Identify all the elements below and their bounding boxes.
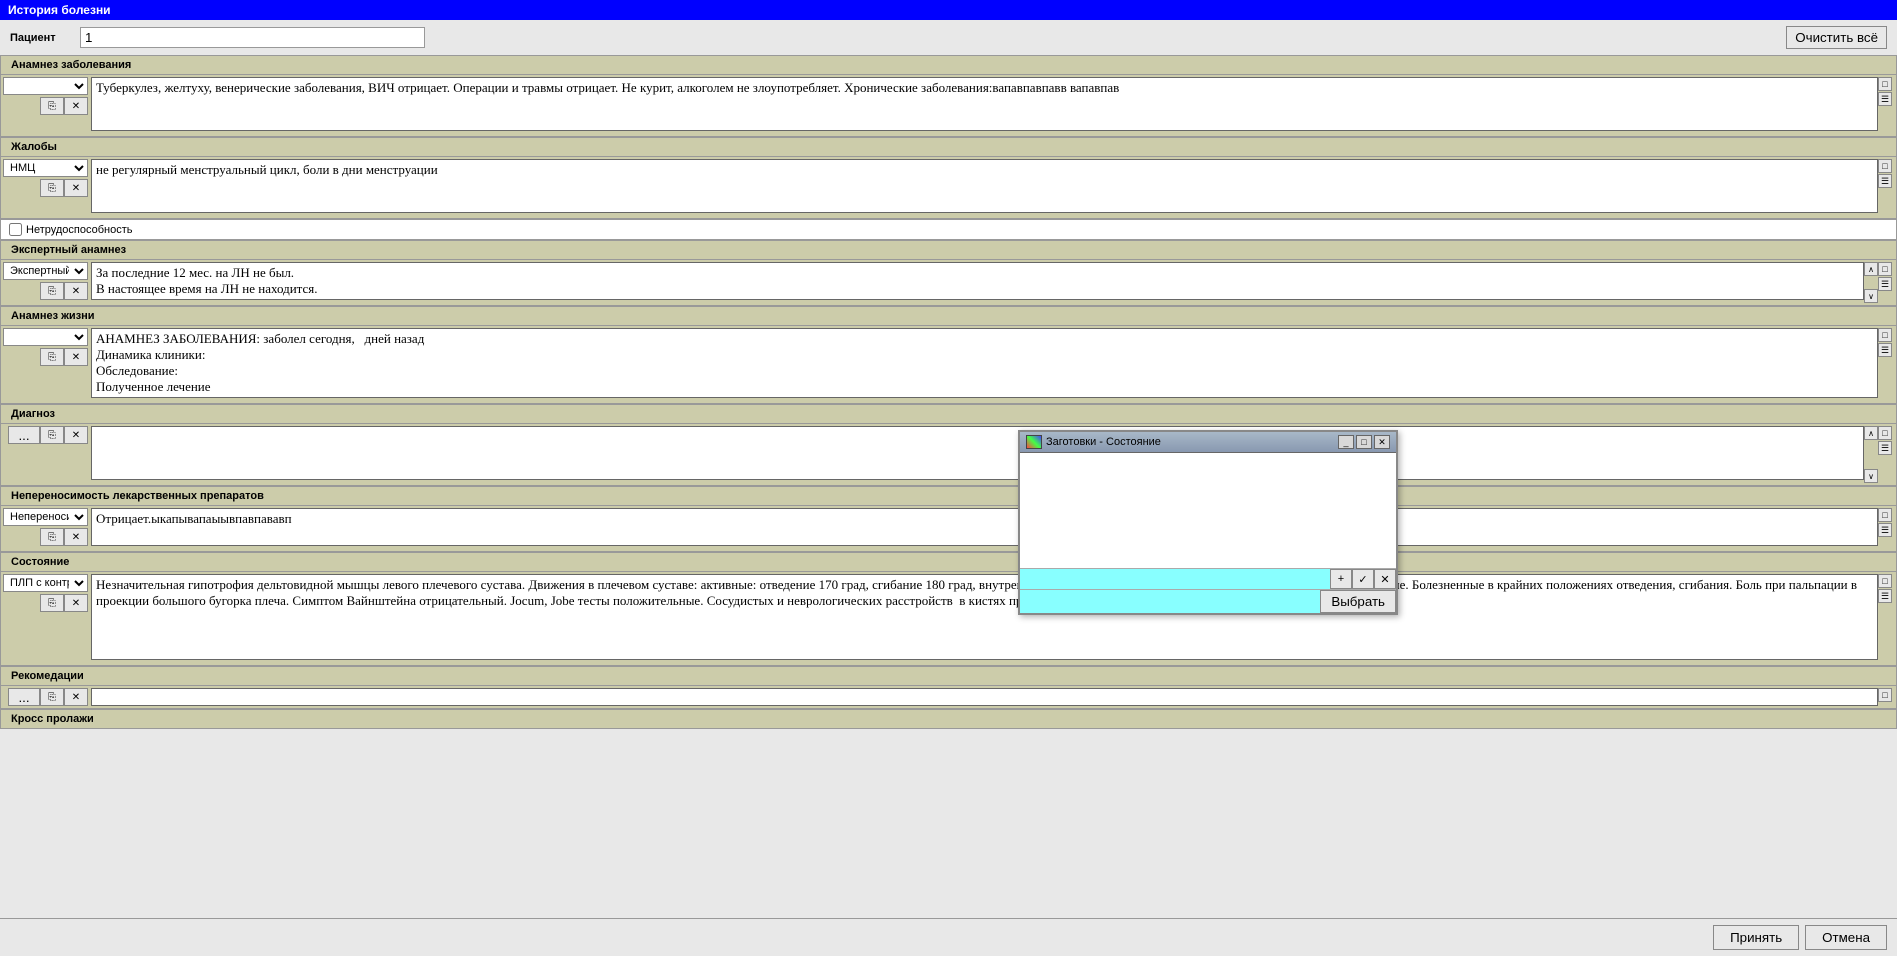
copy-icon[interactable]: ⎘ [40,528,64,546]
popup-select-row: Выбрать [1020,589,1396,613]
section-header: Рекомедации [1,667,1896,686]
delete-icon[interactable]: ✕ [64,282,88,300]
copy-icon[interactable]: ⎘ [40,97,64,115]
disability-section: Нетрудоспособность [0,219,1897,240]
complaints-dropdown[interactable]: НМЦ [3,159,88,177]
scroll-down-icon[interactable]: ∨ [1864,469,1878,483]
select-button[interactable]: Выбрать [1320,590,1396,613]
section-expert: Экспертный анамнез Экспертный а ⎘ ✕ ∧ ∨ … [0,240,1897,306]
menu-icon[interactable]: ☰ [1878,174,1892,188]
delete-icon[interactable]: ✕ [64,528,88,546]
window-title: История болезни [0,0,1897,20]
plus-icon[interactable]: + [1330,569,1352,589]
menu-icon[interactable]: ☰ [1878,92,1892,106]
scroll-up-icon[interactable]: ∧ [1864,426,1878,440]
section-header: Диагноз [1,405,1896,424]
section-header: Кросс пролажи [1,710,1896,728]
expert-textarea[interactable] [91,262,1864,300]
disability-label: Нетрудоспособность [26,224,132,236]
section-complaints: Жалобы НМЦ ⎘ ✕ □ ☰ [0,137,1897,219]
section-recommendations: Рекомедации ... ⎘ ✕ □ [0,666,1897,709]
copy-icon[interactable]: ⎘ [40,282,64,300]
patient-input[interactable] [80,27,425,48]
section-life: Анамнез жизни ⎘ ✕ □ ☰ [0,306,1897,404]
clear-all-button[interactable]: Очистить всё [1786,26,1887,49]
delete-icon[interactable]: ✕ [64,688,88,706]
check-icon[interactable]: ✓ [1352,569,1374,589]
menu-icon[interactable]: ☰ [1878,277,1892,291]
expand-icon[interactable]: □ [1878,77,1892,91]
expand-icon[interactable]: □ [1878,262,1892,276]
recommendations-input[interactable] [91,688,1878,706]
menu-icon[interactable]: ☰ [1878,589,1892,603]
popup-titlebar[interactable]: Заготовки - Состояние _ □ ✕ [1020,432,1396,453]
expand-icon[interactable]: □ [1878,159,1892,173]
section-header: Анамнез жизни [1,307,1896,326]
close-icon[interactable]: ✕ [1374,435,1390,449]
condition-dropdown[interactable]: ПЛП с контрак [3,574,88,592]
disability-checkbox[interactable] [9,223,22,236]
templates-popup: Заготовки - Состояние _ □ ✕ + ✓ ✕ Выбрат… [1018,430,1398,615]
delete-icon[interactable]: ✕ [64,426,88,444]
section-condition: Состояние ПЛП с контрак ⎘ ✕ □ ☰ [0,552,1897,666]
popup-input-row: + ✓ ✕ [1020,568,1396,589]
maximize-icon[interactable]: □ [1356,435,1372,449]
scroll-down-icon[interactable]: ∨ [1864,289,1878,303]
copy-icon[interactable]: ⎘ [40,688,64,706]
patient-label: Пациент [10,32,80,44]
copy-icon[interactable]: ⎘ [40,594,64,612]
section-header: Жалобы [1,138,1896,157]
menu-icon[interactable]: ☰ [1878,523,1892,537]
accept-button[interactable]: Принять [1713,925,1799,950]
app-icon [1026,435,1042,449]
delete-icon[interactable]: ✕ [64,594,88,612]
complaints-textarea[interactable] [91,159,1878,213]
life-textarea[interactable] [91,328,1878,398]
popup-list[interactable] [1020,453,1396,568]
section-header: Анамнез заболевания [1,56,1896,75]
cancel-icon[interactable]: ✕ [1374,569,1396,589]
copy-icon[interactable]: ⎘ [40,426,64,444]
minimize-icon[interactable]: _ [1338,435,1354,449]
anamnez-zab-textarea[interactable] [91,77,1878,131]
section-cross: Кросс пролажи [0,709,1897,729]
section-header: Состояние [1,553,1896,572]
menu-icon[interactable]: ☰ [1878,441,1892,455]
anamnez-zab-dropdown[interactable] [3,77,88,95]
delete-icon[interactable]: ✕ [64,179,88,197]
expert-dropdown[interactable]: Экспертный а [3,262,88,280]
section-intolerance: Непереносимость лекарственных препаратов… [0,486,1897,552]
diagnosis-textarea[interactable] [91,426,1864,480]
intolerance-textarea[interactable] [91,508,1878,546]
delete-icon[interactable]: ✕ [64,97,88,115]
expand-icon[interactable]: □ [1878,508,1892,522]
condition-textarea[interactable] [91,574,1878,660]
popup-title: Заготовки - Состояние [1046,436,1338,448]
footer: Принять Отмена [0,918,1897,956]
section-anamnez-zab: Анамнез заболевания ⎘ ✕ □ ☰ [0,55,1897,137]
scroll-up-icon[interactable]: ∧ [1864,262,1878,276]
intolerance-dropdown[interactable]: Непереносимо [3,508,88,526]
expand-icon[interactable]: □ [1878,574,1892,588]
delete-icon[interactable]: ✕ [64,348,88,366]
expand-icon[interactable]: □ [1878,328,1892,342]
copy-icon[interactable]: ⎘ [40,348,64,366]
expand-icon[interactable]: □ [1878,426,1892,440]
popup-input[interactable] [1020,570,1330,588]
menu-icon[interactable]: ☰ [1878,343,1892,357]
section-header: Непереносимость лекарственных препаратов [1,487,1896,506]
patient-row: Пациент Очистить всё [0,20,1897,55]
section-header: Экспертный анамнез [1,241,1896,260]
life-dropdown[interactable] [3,328,88,346]
dots-button[interactable]: ... [8,688,40,706]
cancel-button[interactable]: Отмена [1805,925,1887,950]
section-diagnosis: Диагноз ... ⎘ ✕ ∧ ∨ □ ☰ [0,404,1897,486]
expand-icon[interactable]: □ [1878,688,1892,702]
dots-button[interactable]: ... [8,426,40,444]
copy-icon[interactable]: ⎘ [40,179,64,197]
